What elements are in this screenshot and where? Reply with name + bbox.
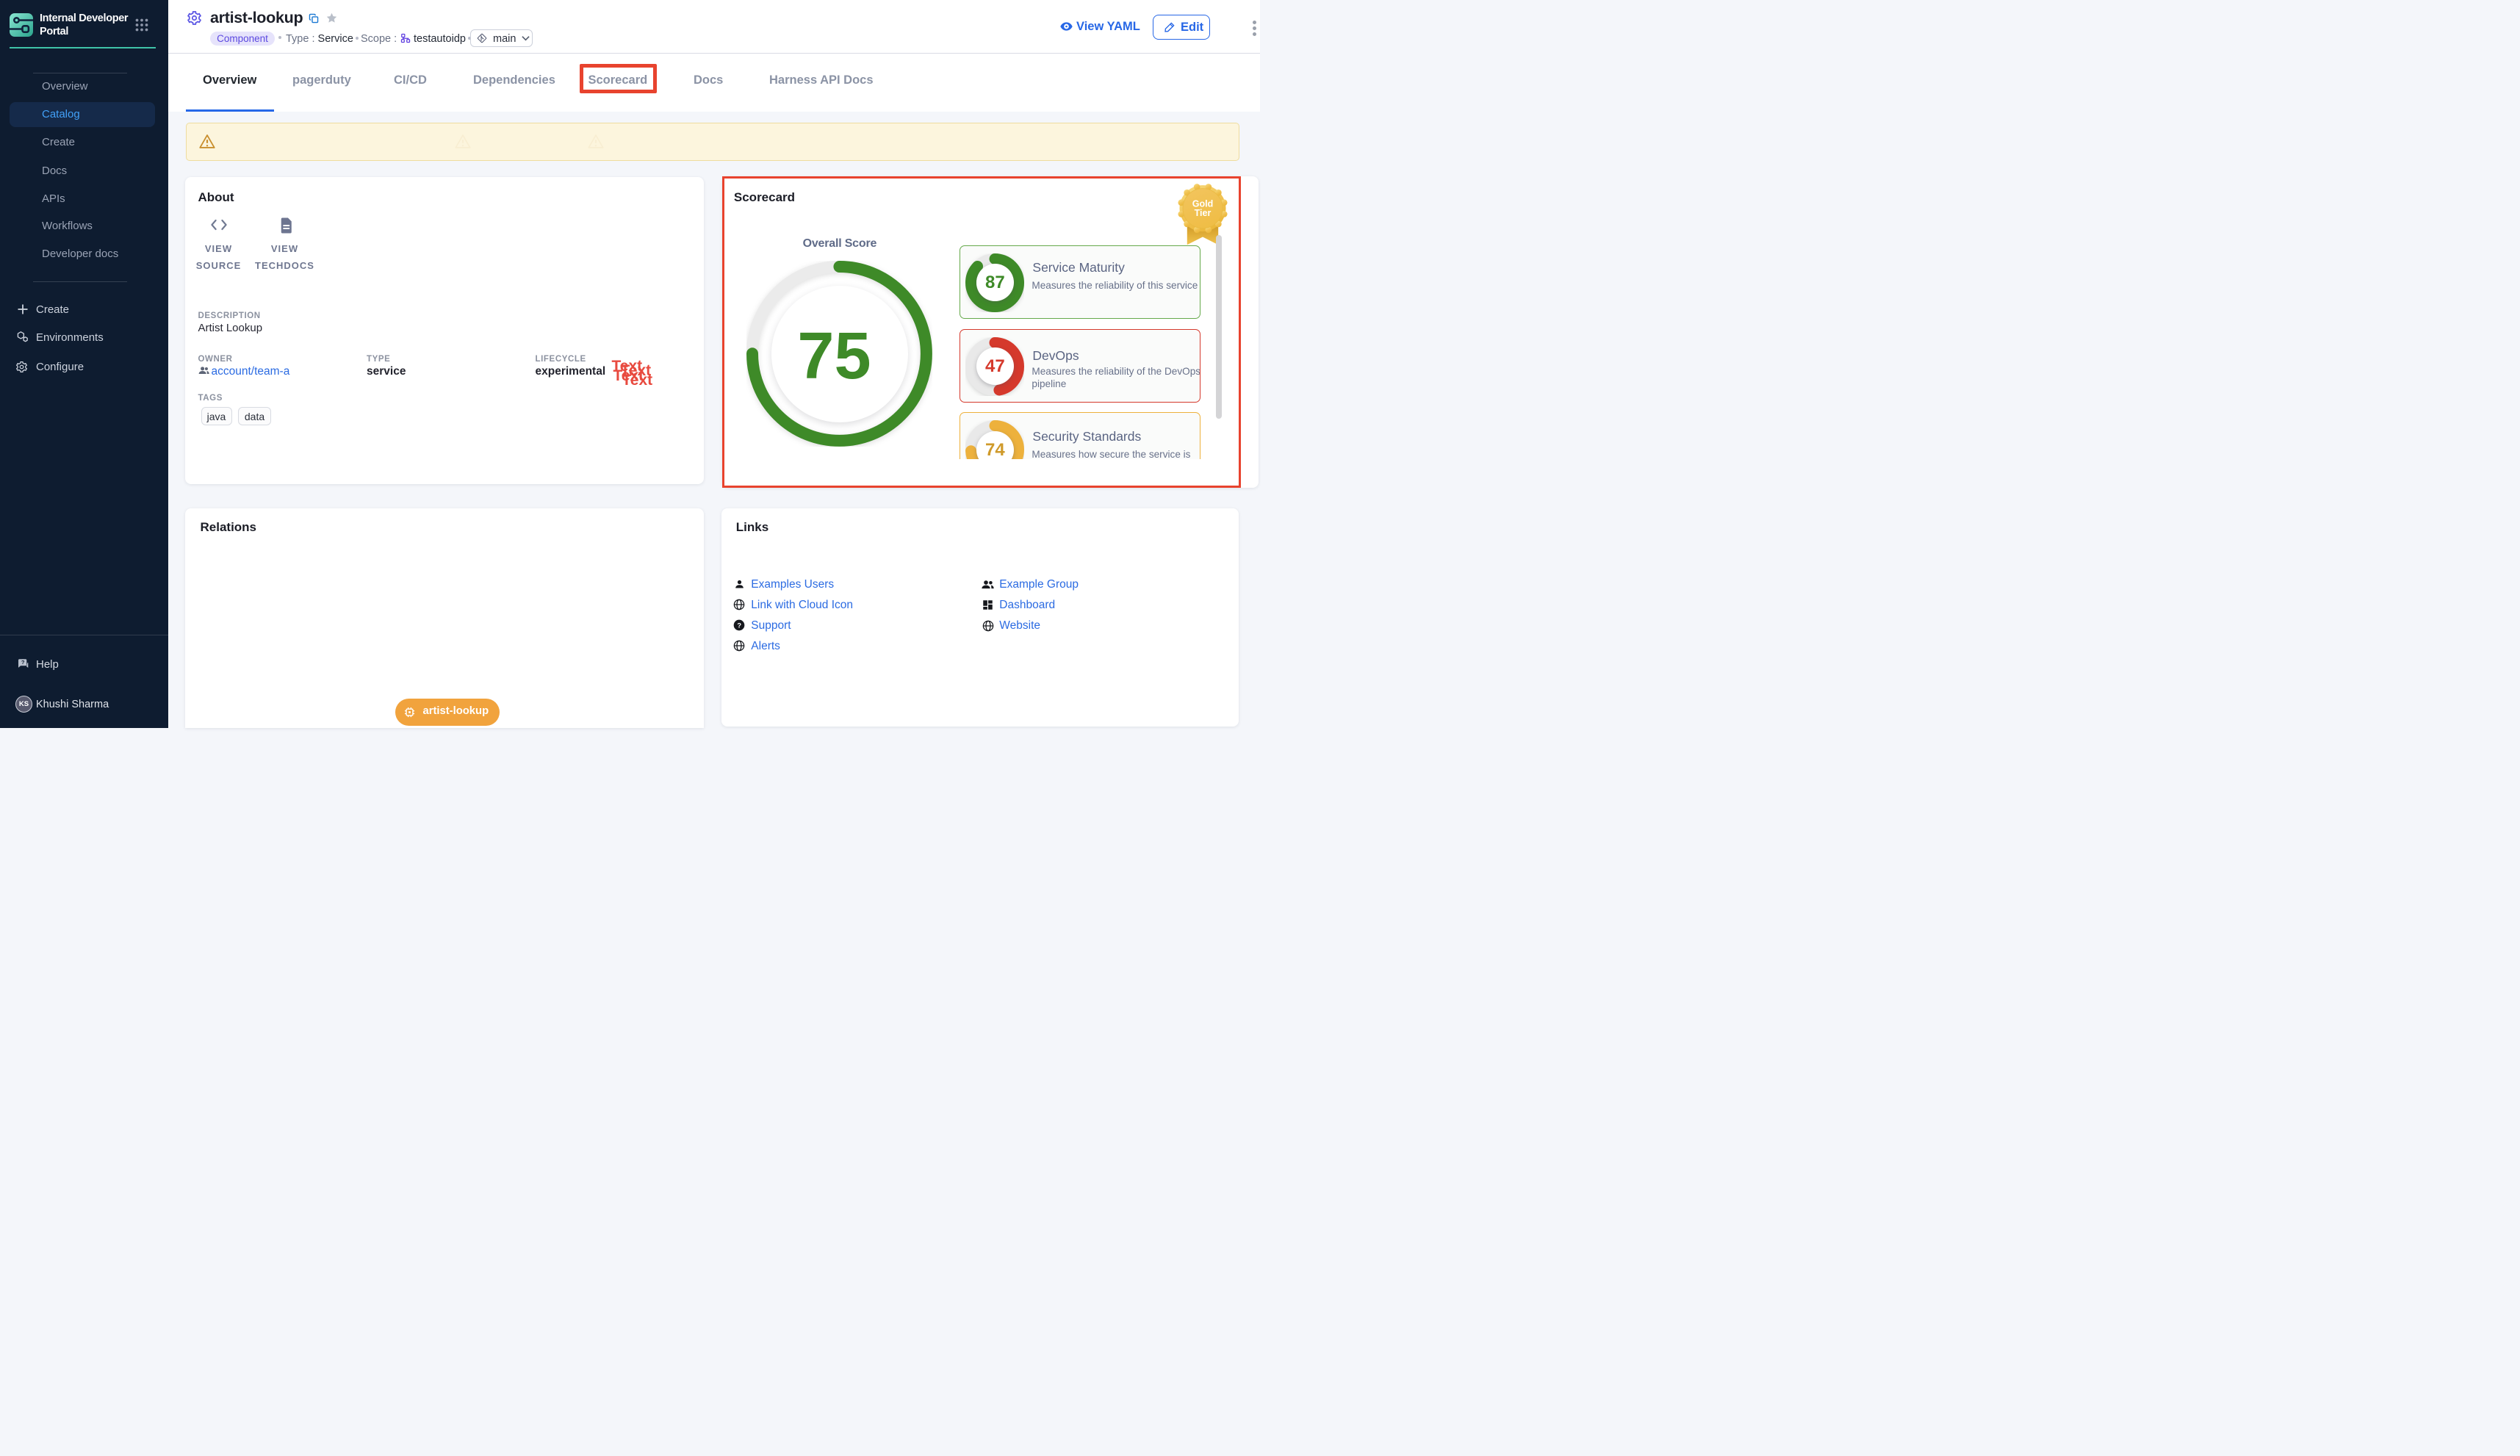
svg-text:?: ? bbox=[738, 622, 742, 630]
svg-text:Tier: Tier bbox=[1195, 208, 1212, 218]
svg-text:?: ? bbox=[21, 659, 25, 666]
